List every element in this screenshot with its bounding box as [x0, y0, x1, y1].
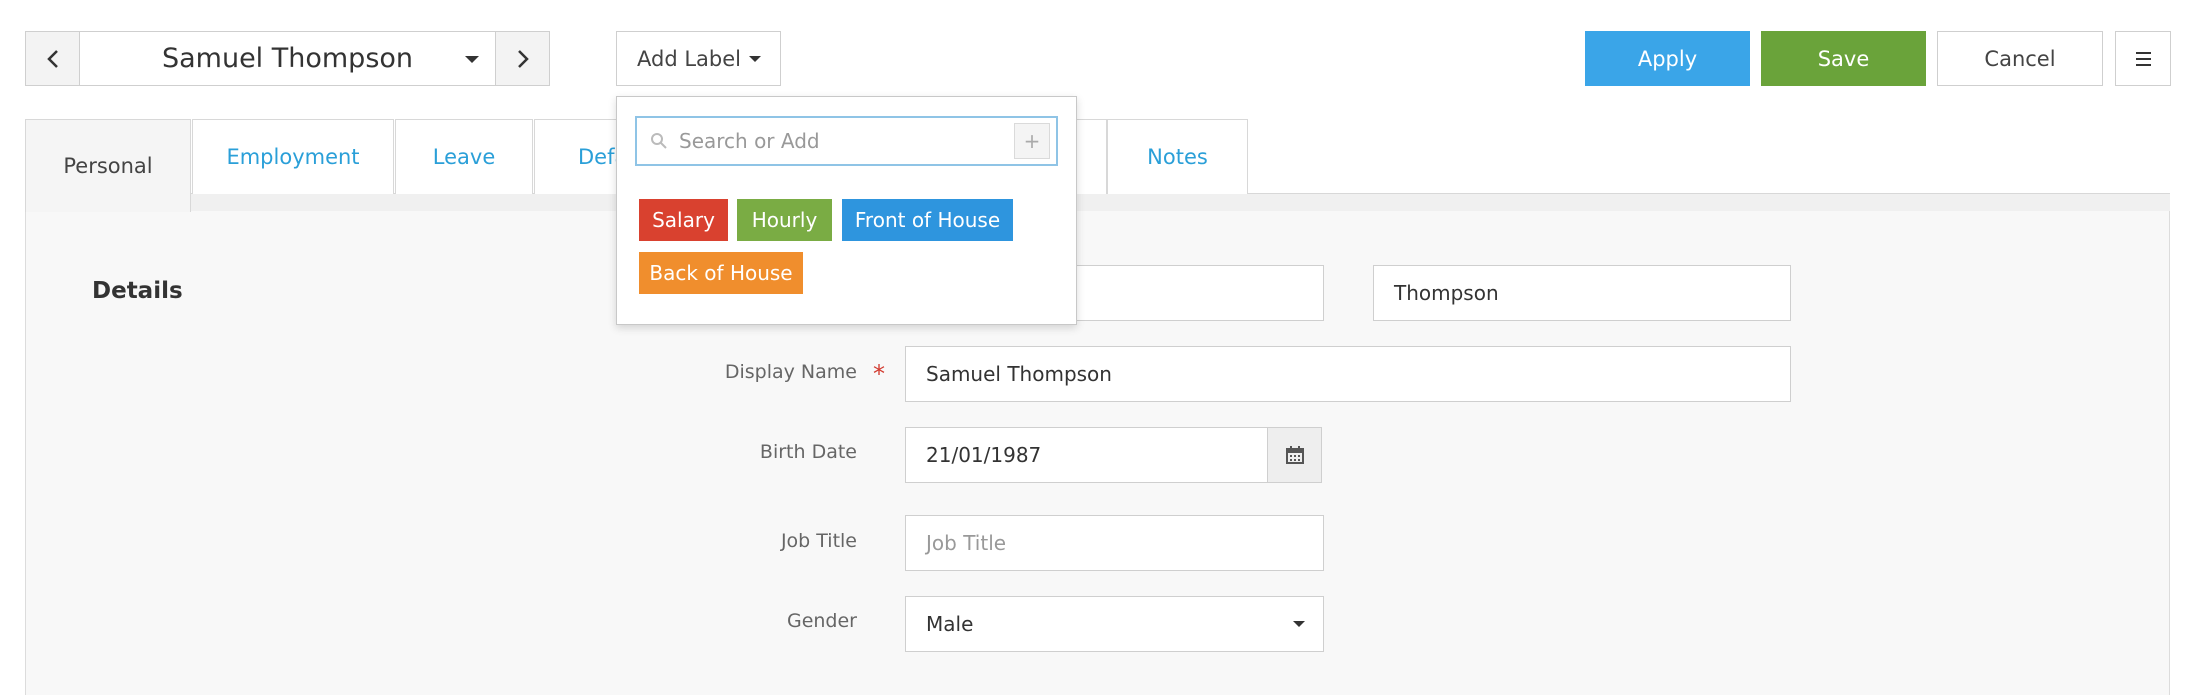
label-chip-salary[interactable]: Salary: [639, 199, 728, 241]
caret-down-icon: [749, 56, 761, 62]
tab-employment[interactable]: Employment: [192, 119, 394, 194]
tab-notes[interactable]: Notes: [1107, 119, 1248, 194]
search-placeholder: Search or Add: [679, 129, 820, 153]
apply-button[interactable]: Apply: [1585, 31, 1750, 86]
tab-hidden-edge: [1077, 119, 1107, 194]
display-name-input[interactable]: Samuel Thompson: [905, 346, 1791, 402]
employee-select[interactable]: Samuel Thompson: [80, 31, 495, 86]
gender-label: Gender: [786, 610, 857, 632]
job-title-input[interactable]: Job Title: [905, 515, 1324, 571]
tab-personal[interactable]: Personal: [25, 119, 191, 212]
required-asterisk: *: [873, 360, 885, 388]
search-icon: [651, 133, 667, 149]
label-chip-back-of-house[interactable]: Back of House: [639, 252, 803, 294]
chevron-left-icon: [46, 49, 58, 68]
label-search-input[interactable]: Search or Add +: [635, 116, 1058, 166]
employee-name: Samuel Thompson: [161, 43, 414, 74]
caret-down-icon: [465, 56, 479, 63]
label-dropdown: Search or Add + Salary Hourly Front of H…: [616, 96, 1077, 325]
add-plus-button[interactable]: +: [1014, 123, 1050, 159]
next-employee-button[interactable]: [495, 31, 550, 86]
display-name-label: Display Name: [724, 361, 857, 383]
calendar-button[interactable]: [1267, 427, 1322, 483]
birth-date-label: Birth Date: [759, 441, 857, 463]
save-button[interactable]: Save: [1761, 31, 1926, 86]
section-title: Details: [92, 278, 183, 304]
previous-employee-button[interactable]: [25, 31, 80, 86]
cancel-button[interactable]: Cancel: [1937, 31, 2103, 86]
gender-select[interactable]: Male: [905, 596, 1324, 652]
gender-value: Male: [926, 612, 974, 636]
job-title-label: Job Title: [780, 530, 857, 552]
menu-button[interactable]: [2115, 31, 2171, 86]
tab-bar-strip: [25, 193, 2170, 211]
chevron-right-icon: [517, 49, 529, 68]
calendar-icon: [1285, 446, 1304, 464]
label-chip-front-of-house[interactable]: Front of House: [842, 199, 1013, 241]
caret-down-icon: [1293, 621, 1305, 627]
birth-date-input[interactable]: 21/01/1987: [905, 427, 1268, 483]
add-label-text: Add Label: [637, 46, 741, 71]
tab-leave[interactable]: Leave: [395, 119, 533, 194]
label-chip-hourly[interactable]: Hourly: [737, 199, 832, 241]
last-name-input[interactable]: Thompson: [1373, 265, 1791, 321]
hamburger-icon: [2135, 51, 2151, 54]
add-label-button[interactable]: Add Label: [616, 31, 781, 86]
